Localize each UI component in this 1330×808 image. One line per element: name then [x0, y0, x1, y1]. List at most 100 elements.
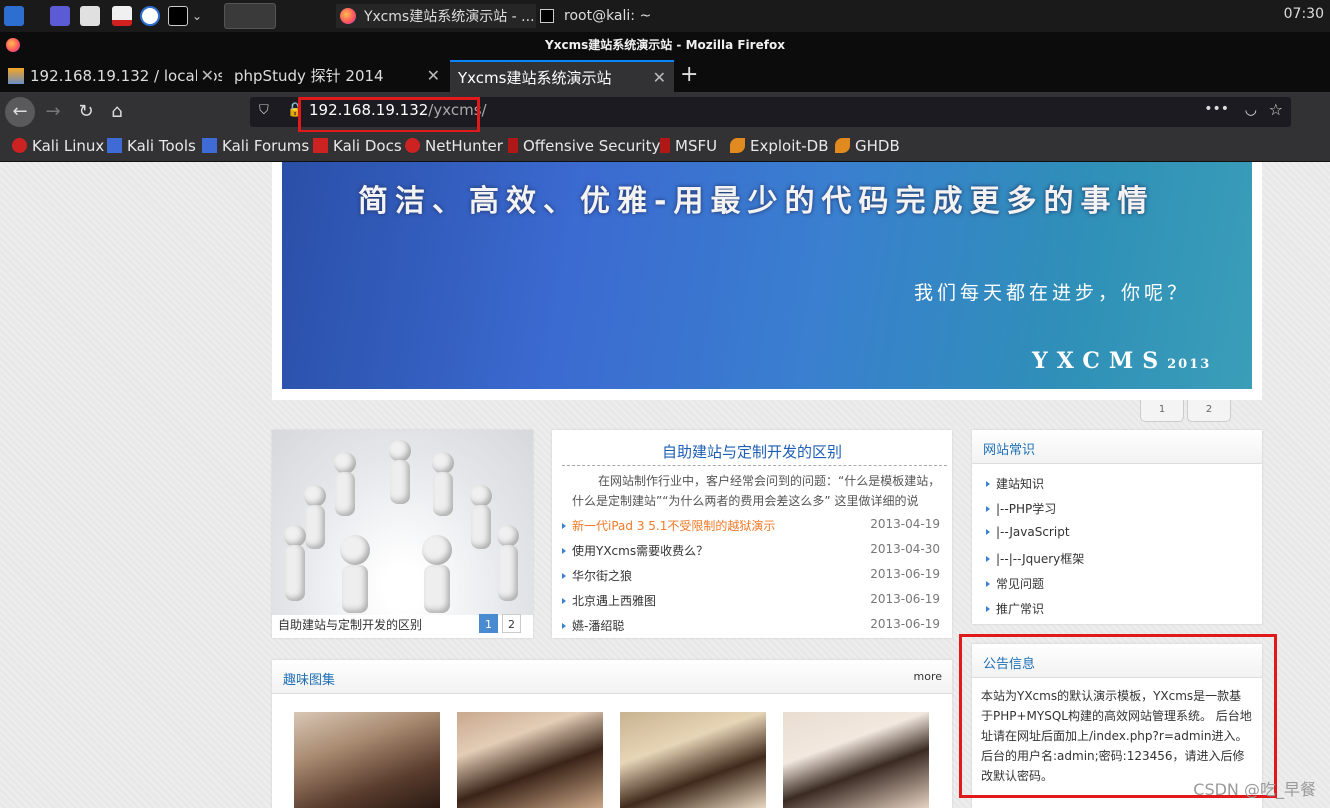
knowledge-item-label[interactable]: 常见问题 — [996, 577, 1044, 591]
bullet-arrow-icon — [986, 481, 990, 487]
tab-yxcms[interactable]: Yxcms建站系统演示站 ✕ — [450, 60, 674, 92]
news-item[interactable]: 新一代iPad 3 5.1不受限制的越狱演示 2013-04-19 — [562, 517, 940, 534]
reload-icon[interactable]: ↻ — [71, 97, 101, 127]
bookmark-kali-docs[interactable]: Kali Docs — [313, 137, 402, 155]
news-item-title[interactable]: 嬿-潘绍聪 — [572, 619, 624, 633]
terminal-icon[interactable] — [168, 6, 188, 26]
firefox-icon — [340, 8, 356, 24]
chevron-down-icon[interactable]: ⌄ — [192, 6, 212, 26]
news-item-title[interactable]: 北京遇上西雅图 — [572, 594, 656, 608]
highlight-url-box — [298, 97, 480, 133]
bullet-arrow-icon — [562, 523, 566, 529]
more-link[interactable]: more — [914, 670, 943, 683]
firefox-task-icon[interactable] — [224, 3, 276, 29]
kali-menu-icon[interactable] — [4, 6, 24, 26]
knowledge-item-label[interactable]: |--|--Jquery框架 — [996, 552, 1084, 566]
card-header: 趣味图集 — [272, 660, 952, 694]
banner-page-2[interactable]: 2 — [1187, 400, 1231, 422]
picture-caption[interactable]: 自助建站与定制开发的区别 — [278, 616, 422, 633]
tab-label: 192.168.19.132 / localhost — [30, 67, 222, 85]
ghdb-icon — [835, 138, 850, 153]
banner-slide[interactable]: 简洁、高效、优雅-用最少的代码完成更多的事情 我们每天都在进步，你呢？ YXCM… — [282, 162, 1252, 389]
news-item-date: 2013-06-19 — [870, 617, 940, 631]
bookmark-nethunter[interactable]: NetHunter — [405, 137, 503, 155]
page-actions-icon[interactable]: ••• — [1204, 101, 1229, 117]
msfu-icon — [660, 138, 670, 153]
bullet-arrow-icon — [986, 606, 990, 612]
forward-arrow-icon[interactable]: → — [38, 97, 68, 127]
kali-icon — [12, 138, 27, 153]
task-label: root@kali: ~ — [564, 8, 652, 24]
bookmark-label: Exploit-DB — [750, 137, 829, 155]
picture-card: 自助建站与定制开发的区别 1 2 — [272, 430, 533, 638]
bookmark-kali-forums[interactable]: Kali Forums — [202, 137, 309, 155]
phpmyadmin-icon — [8, 68, 24, 84]
close-icon[interactable]: ✕ — [427, 60, 440, 92]
knowledge-item[interactable]: |--JavaScript — [986, 525, 1070, 539]
banner-frame: 简洁、高效、优雅-用最少的代码完成更多的事情 我们每天都在进步，你呢？ YXCM… — [272, 162, 1262, 400]
brand-name: YXCMS — [1032, 348, 1168, 374]
news-item-title[interactable]: 使用YXcms需要收费么？ — [572, 544, 708, 558]
bookmark-ghdb[interactable]: GHDB — [835, 137, 900, 155]
knowledge-item[interactable]: 常见问题 — [986, 575, 1044, 592]
gallery-thumb[interactable] — [457, 712, 603, 808]
pocket-icon[interactable]: ◡ — [1245, 102, 1257, 118]
news-title[interactable]: 自助建站与定制开发的区别 — [552, 441, 952, 462]
knowledge-item-label[interactable]: |--JavaScript — [996, 525, 1070, 539]
bullet-arrow-icon — [986, 581, 990, 587]
file-manager-icon[interactable] — [80, 6, 100, 26]
shield-icon[interactable]: ⛉ — [259, 103, 269, 118]
knowledge-item-label[interactable]: |--PHP学习 — [996, 502, 1056, 516]
gallery-thumb[interactable] — [620, 712, 766, 808]
news-item[interactable]: 嬿-潘绍聪 2013-06-19 — [562, 617, 940, 634]
news-card: 自助建站与定制开发的区别 在网站制作行业中，客户经常会问到的问题：“什么是模板建… — [552, 430, 952, 638]
firefox-icon — [6, 38, 20, 52]
knowledge-item[interactable]: 推广常识 — [986, 600, 1044, 617]
window-titlebar: Yxcms建站系统演示站 - Mozilla Firefox — [0, 32, 1330, 60]
knowledge-item-label[interactable]: 建站知识 — [996, 477, 1044, 491]
news-item[interactable]: 北京遇上西雅图 2013-06-19 — [562, 592, 940, 609]
new-tab-icon[interactable]: + — [680, 60, 698, 90]
tab-label: Yxcms建站系统演示站 — [458, 69, 612, 87]
tab-label: phpStudy 探针 2014 — [234, 67, 384, 85]
picture-page-2[interactable]: 2 — [502, 614, 521, 633]
bookmark-star-icon[interactable]: ☆ — [1269, 100, 1283, 119]
news-item[interactable]: 华尔街之狼 2013-06-19 — [562, 567, 940, 584]
back-arrow-icon[interactable]: ← — [5, 97, 35, 127]
knowledge-item[interactable]: 建站知识 — [986, 475, 1044, 492]
text-editor-icon[interactable] — [112, 6, 132, 26]
watermark: CSDN @吃_早餐 — [1193, 780, 1316, 799]
task-firefox[interactable]: Yxcms建站系统演示站 - ... — [336, 4, 536, 28]
news-item-title[interactable]: 新一代iPad 3 5.1不受限制的越狱演示 — [572, 519, 775, 533]
bookmarks-toolbar: Kali Linux Kali Tools Kali Forums Kali D… — [0, 132, 1330, 162]
close-icon[interactable]: ✕ — [196, 60, 214, 92]
picture-page-1[interactable]: 1 — [479, 614, 498, 633]
gallery-thumb[interactable] — [294, 712, 440, 808]
task-terminal[interactable]: root@kali: ~ — [538, 4, 708, 28]
knowledge-heading[interactable]: 网站常识 — [983, 439, 1035, 458]
gallery-thumb[interactable] — [783, 712, 929, 808]
news-item-date: 2013-06-19 — [870, 567, 940, 581]
banner-page-1[interactable]: 1 — [1140, 400, 1184, 422]
banner-brand: YXCMS2013 — [1032, 348, 1211, 374]
people-circle-image[interactable] — [272, 430, 533, 615]
home-icon[interactable]: ⌂ — [102, 97, 132, 127]
news-item[interactable]: 使用YXcms需要收费么？ 2013-04-30 — [562, 542, 940, 559]
knowledge-item[interactable]: |--|--Jquery框架 — [986, 550, 1084, 567]
knowledge-item-label[interactable]: 推广常识 — [996, 602, 1044, 616]
bookmark-msfu[interactable]: MSFU — [660, 137, 717, 155]
gallery-heading[interactable]: 趣味图集 — [283, 669, 335, 688]
tab-phpstudy[interactable]: phpStudy 探针 2014 ✕ — [226, 60, 448, 92]
knowledge-item[interactable]: |--PHP学习 — [986, 500, 1056, 517]
bookmark-offensive-security[interactable]: Offensive Security — [508, 137, 660, 155]
close-icon[interactable]: ✕ — [653, 62, 666, 92]
workspace-icon[interactable] — [50, 6, 70, 26]
tab-phpmyadmin[interactable]: 192.168.19.132 / localhost ✕ — [0, 60, 222, 92]
browser-globe-icon[interactable] — [140, 6, 160, 26]
bookmark-kali-linux[interactable]: Kali Linux — [12, 137, 104, 155]
clock: 07:30 — [1283, 6, 1324, 22]
bookmark-kali-tools[interactable]: Kali Tools — [107, 137, 196, 155]
bookmark-exploit-db[interactable]: Exploit-DB — [730, 137, 829, 155]
highlight-notice-box — [959, 634, 1277, 798]
news-item-title[interactable]: 华尔街之狼 — [572, 569, 632, 583]
